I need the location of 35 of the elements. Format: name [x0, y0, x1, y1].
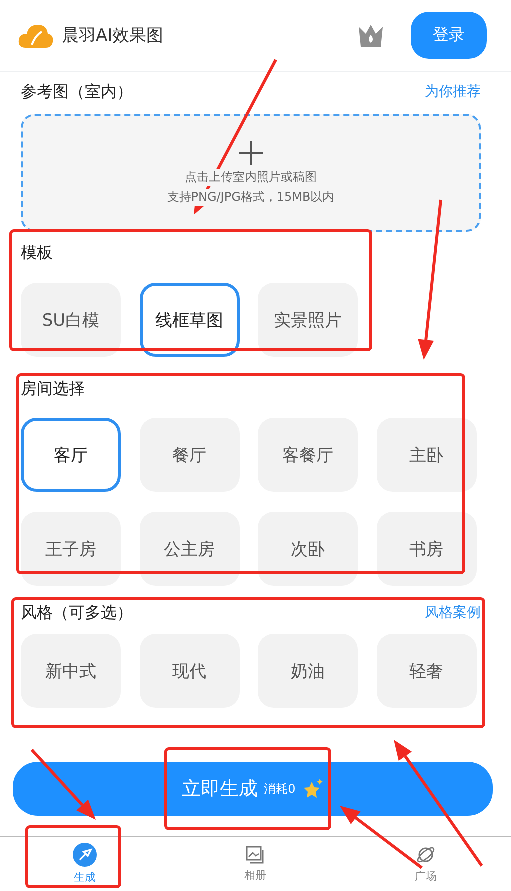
section-title: 风格（可多选） — [21, 602, 133, 624]
app-name: 晨羽AI效果图 — [62, 25, 165, 47]
option-chip[interactable]: 奶油 — [258, 634, 358, 708]
nav-tab[interactable]: 相册 — [170, 837, 341, 891]
recommend-link[interactable]: 为你推荐 — [425, 83, 481, 101]
style-examples-link[interactable]: 风格案例 — [425, 604, 481, 622]
upload-area[interactable]: 点击上传室内照片或稿图 支持PNG/JPG格式，15MB以内 — [21, 114, 481, 232]
cloud-logo-icon — [18, 22, 54, 48]
upload-formats: 支持PNG/JPG格式，15MB以内 — [167, 189, 335, 206]
option-chip[interactable]: 轻奢 — [376, 634, 476, 708]
section-title: 参考图（室内） — [21, 82, 133, 102]
option-chip[interactable]: 餐厅 — [140, 418, 240, 492]
plus-icon — [238, 140, 264, 166]
option-chip[interactable]: 客餐厅 — [258, 418, 358, 492]
nav-tab[interactable]: 广场 — [340, 837, 511, 891]
brush-icon — [73, 843, 98, 867]
option-chip[interactable]: SU白模 — [21, 283, 121, 357]
option-chip[interactable]: 新中式 — [21, 634, 121, 708]
option-chip[interactable]: 主卧 — [376, 418, 476, 492]
crown-icon[interactable] — [357, 22, 385, 48]
option-chip[interactable]: 线框草图 — [140, 283, 240, 357]
option-chip[interactable]: 客厅 — [21, 418, 121, 492]
option-chip[interactable]: 现代 — [140, 634, 240, 708]
sparkle-star-icon — [302, 778, 324, 800]
option-chip[interactable]: 书房 — [376, 512, 476, 586]
option-chip[interactable]: 公主房 — [140, 512, 240, 586]
annotation-arrow — [30, 748, 96, 820]
upload-hint: 点击上传室内照片或稿图 — [185, 169, 317, 186]
nav-tab[interactable]: 生成 — [0, 837, 170, 891]
section-title: 模板 — [21, 242, 53, 264]
photo-album-icon — [245, 845, 266, 865]
option-chip[interactable]: 实景照片 — [258, 283, 358, 357]
section-title: 房间选择 — [21, 378, 85, 400]
option-chip[interactable]: 次卧 — [258, 512, 358, 586]
option-chip[interactable]: 王子房 — [21, 512, 121, 586]
